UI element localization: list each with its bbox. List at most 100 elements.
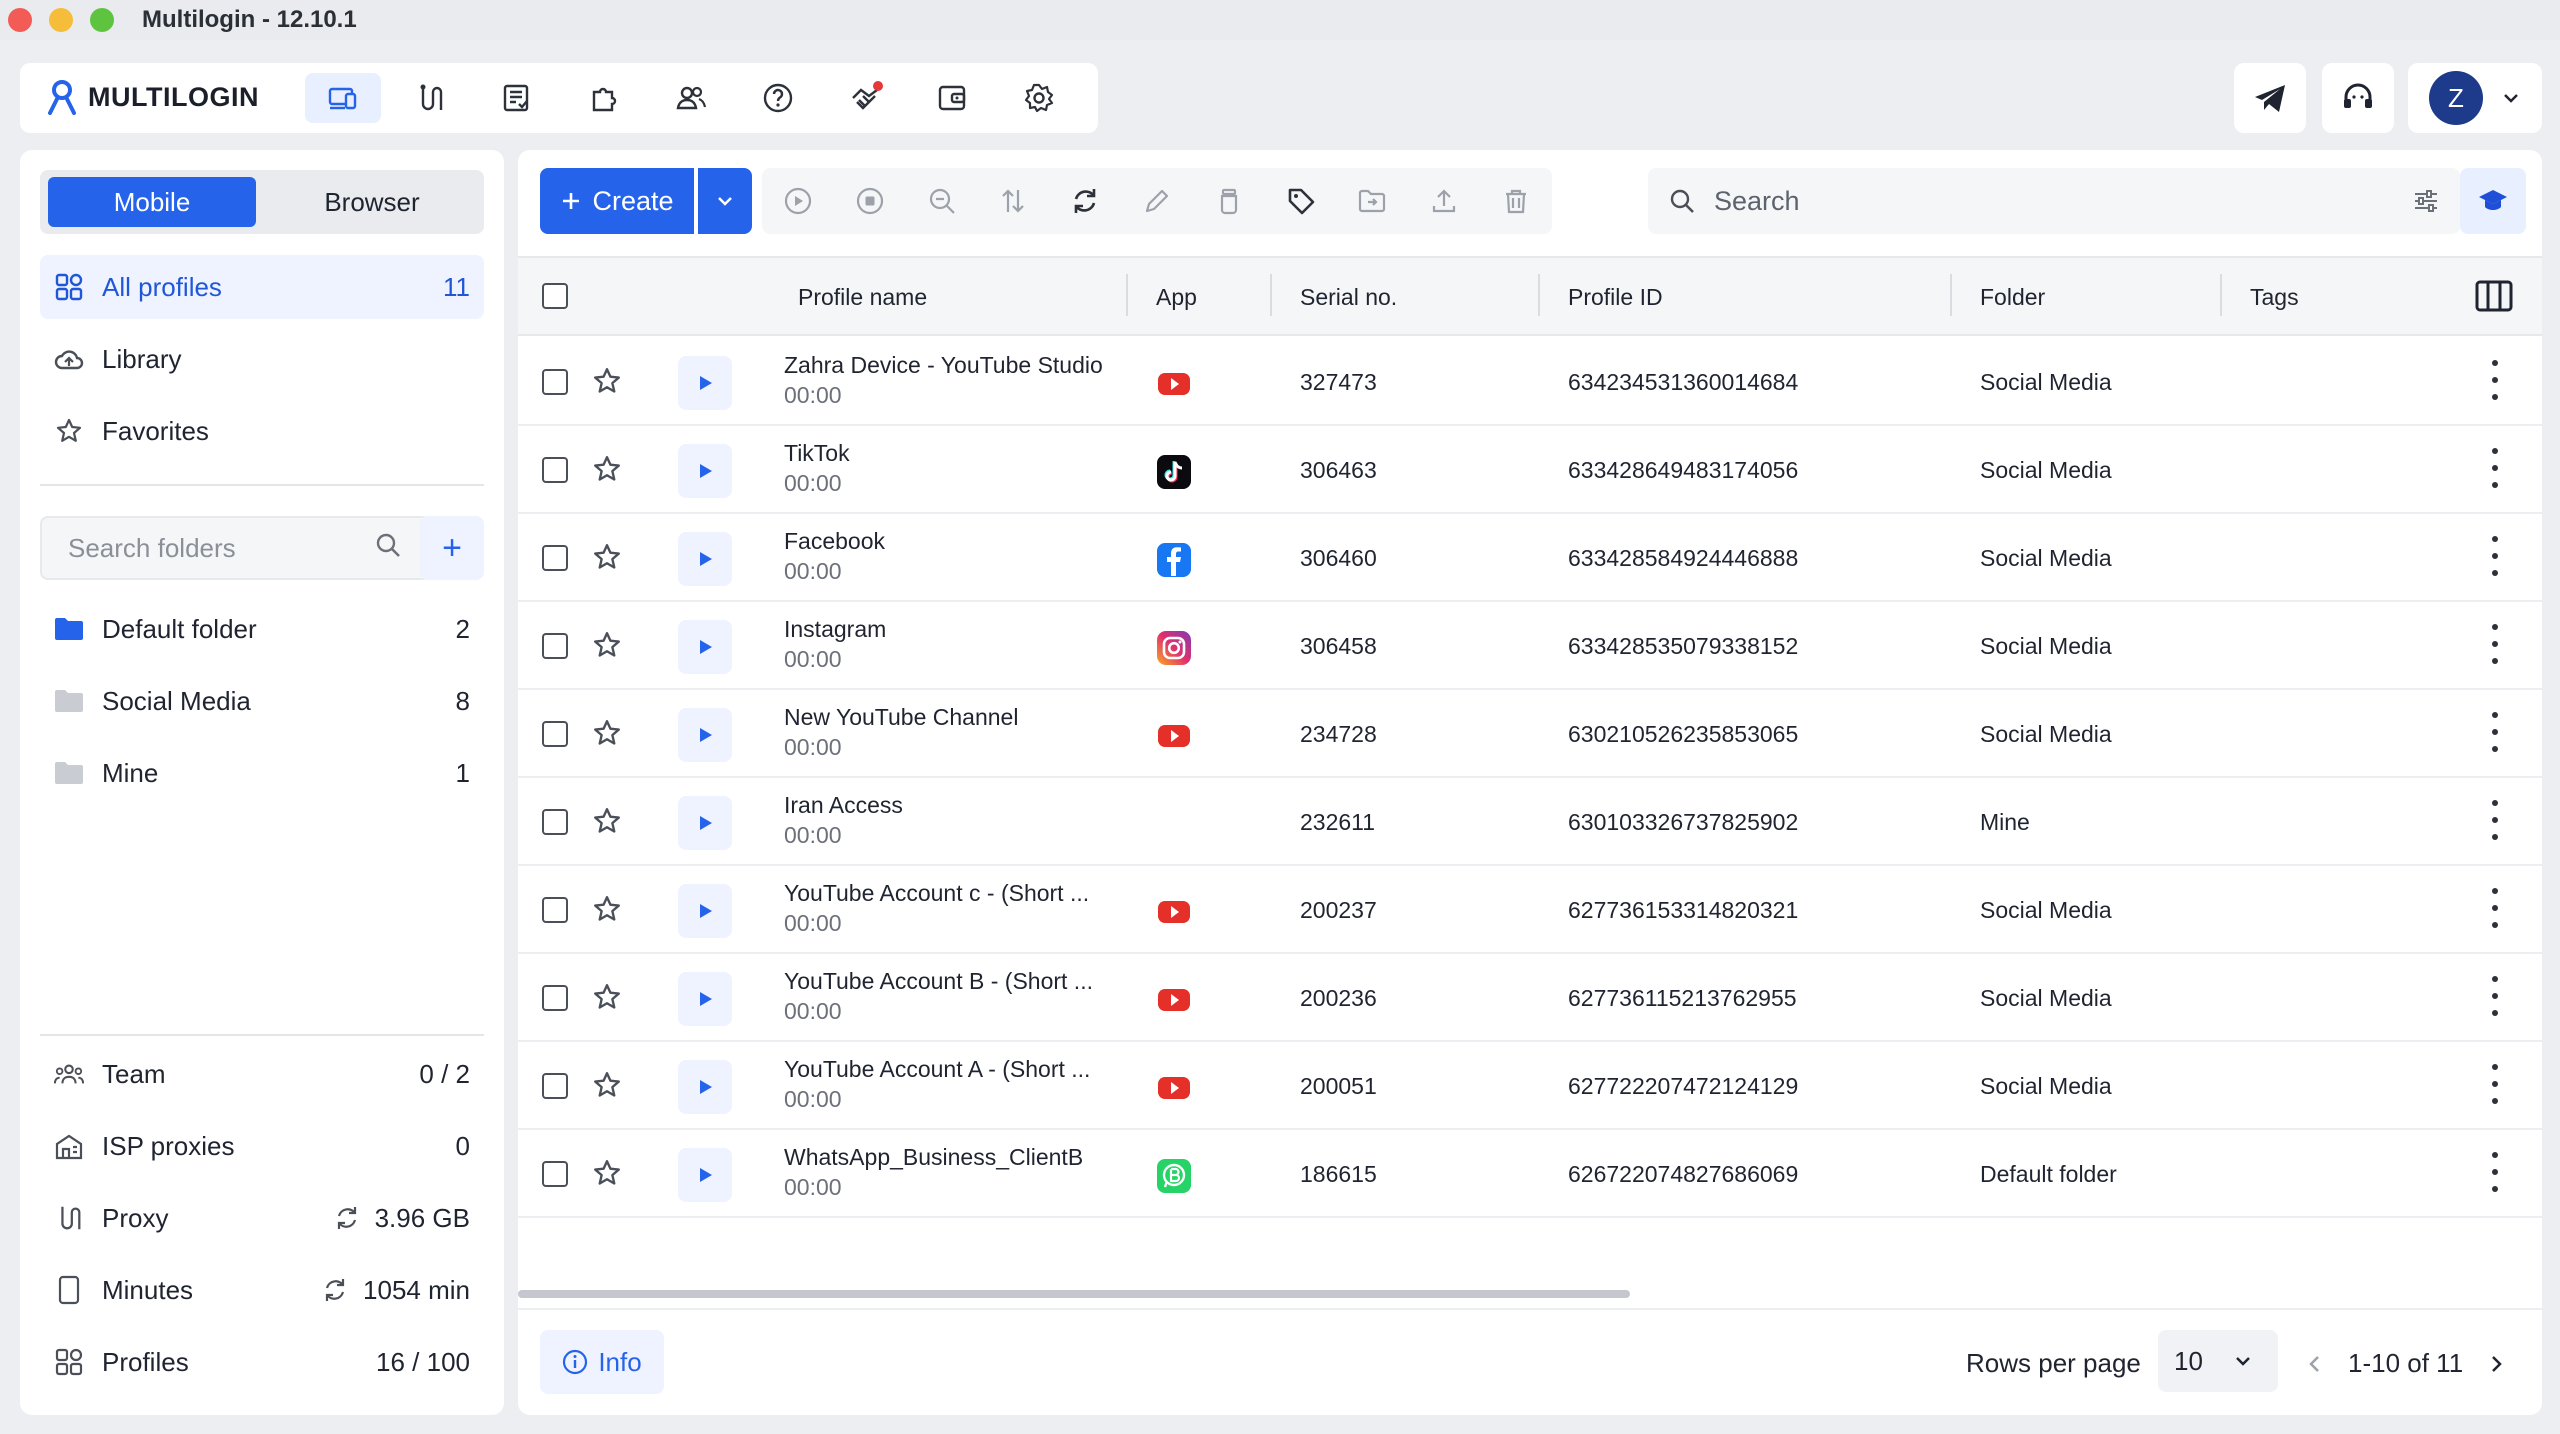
stat-isp-proxies[interactable]: ISP proxies 0: [40, 1114, 484, 1178]
nav-scripts[interactable]: [479, 73, 555, 123]
info-button[interactable]: Info: [540, 1330, 664, 1394]
inspect-button[interactable]: [906, 168, 978, 234]
profile-name[interactable]: TikTok: [784, 440, 850, 467]
favorite-star-icon[interactable]: [592, 454, 622, 484]
nav-help[interactable]: [740, 73, 816, 123]
next-page-icon[interactable]: [2485, 1353, 2507, 1375]
tags-button[interactable]: [1265, 168, 1337, 234]
profile-name[interactable]: New YouTube Channel: [784, 704, 1018, 731]
more-options-icon[interactable]: [2490, 624, 2500, 664]
profile-name[interactable]: Instagram: [784, 616, 886, 643]
more-options-icon[interactable]: [2490, 976, 2500, 1016]
row-checkbox[interactable]: [542, 1073, 568, 1099]
create-dropdown-button[interactable]: [698, 168, 752, 234]
row-checkbox[interactable]: [542, 897, 568, 923]
favorite-star-icon[interactable]: [592, 1070, 622, 1100]
more-options-icon[interactable]: [2490, 800, 2500, 840]
start-button[interactable]: [762, 168, 834, 234]
user-menu[interactable]: Z: [2408, 63, 2542, 133]
more-options-icon[interactable]: [2490, 448, 2500, 488]
stat-proxy[interactable]: Proxy 3.96 GB: [40, 1186, 484, 1250]
nav-settings[interactable]: [1001, 73, 1077, 123]
nav-team[interactable]: [653, 73, 729, 123]
favorite-star-icon[interactable]: [592, 366, 622, 396]
export-button[interactable]: [1408, 168, 1480, 234]
stat-minutes[interactable]: Minutes 1054 min: [40, 1258, 484, 1322]
start-profile-button[interactable]: [678, 1148, 732, 1202]
start-profile-button[interactable]: [678, 356, 732, 410]
table-row[interactable]: YouTube Account A - (Short ... 00:00 20005…: [518, 1042, 2542, 1130]
nav-wallet[interactable]: [914, 73, 990, 123]
stop-button[interactable]: [834, 168, 906, 234]
academy-button[interactable]: [2460, 168, 2526, 234]
support-button[interactable]: [2322, 63, 2394, 133]
maximize-window-button[interactable]: [90, 8, 114, 32]
tab-browser[interactable]: Browser: [268, 177, 476, 227]
more-options-icon[interactable]: [2490, 1064, 2500, 1104]
profile-name[interactable]: YouTube Account c - (Short ...: [784, 880, 1089, 907]
sidebar-item-all-profiles[interactable]: All profiles 11: [40, 255, 484, 319]
table-row[interactable]: TikTok 00:00 306463 633428649483174056 Socia…: [518, 426, 2542, 514]
delete-button[interactable]: [1480, 168, 1552, 234]
move-folder-button[interactable]: [1337, 168, 1409, 234]
horizontal-scrollbar[interactable]: [518, 1290, 1630, 1298]
create-button[interactable]: Create: [540, 168, 694, 234]
stat-team[interactable]: Team 0 / 2: [40, 1042, 484, 1106]
table-row[interactable]: Iran Access 00:00 232611 630103326737825902…: [518, 778, 2542, 866]
column-resizer[interactable]: [1126, 274, 1128, 316]
more-options-icon[interactable]: [2490, 888, 2500, 928]
more-options-icon[interactable]: [2490, 536, 2500, 576]
refresh-icon[interactable]: [333, 1204, 361, 1232]
table-row[interactable]: Facebook 00:00 306460 633428584924446888 Soc…: [518, 514, 2542, 602]
favorite-star-icon[interactable]: [592, 718, 622, 748]
refresh-button[interactable]: [1049, 168, 1121, 234]
column-resizer[interactable]: [1270, 274, 1272, 316]
profile-name[interactable]: Iran Access: [784, 792, 903, 819]
col-tags[interactable]: Tags: [2250, 284, 2299, 311]
start-profile-button[interactable]: [678, 884, 732, 938]
row-checkbox[interactable]: [542, 545, 568, 571]
filter-sliders-icon[interactable]: [2412, 187, 2440, 215]
start-profile-button[interactable]: [678, 532, 732, 586]
cookies-button[interactable]: [1193, 168, 1265, 234]
rows-per-page-select[interactable]: 10: [2158, 1330, 2278, 1392]
start-profile-button[interactable]: [678, 708, 732, 762]
sidebar-item-library[interactable]: Library: [40, 327, 484, 391]
nav-proxy[interactable]: [392, 73, 468, 123]
more-options-icon[interactable]: [2490, 360, 2500, 400]
stat-profiles[interactable]: Profiles 16 / 100: [40, 1330, 484, 1394]
profile-name[interactable]: Facebook: [784, 528, 885, 555]
telegram-button[interactable]: [2234, 63, 2306, 133]
more-options-icon[interactable]: [2490, 1152, 2500, 1192]
tab-mobile[interactable]: Mobile: [48, 177, 256, 227]
sidebar-item-favorites[interactable]: Favorites: [40, 399, 484, 463]
row-checkbox[interactable]: [542, 369, 568, 395]
edit-button[interactable]: [1121, 168, 1193, 234]
app-logo[interactable]: MULTILOGIN: [44, 79, 259, 115]
minimize-window-button[interactable]: [49, 8, 73, 32]
folder-item-social-media[interactable]: Social Media 8: [40, 669, 484, 733]
sort-button[interactable]: [977, 168, 1049, 234]
nav-profiles[interactable]: [305, 73, 381, 123]
col-serial[interactable]: Serial no.: [1300, 284, 1397, 311]
favorite-star-icon[interactable]: [592, 1158, 622, 1188]
prev-page-icon[interactable]: [2304, 1353, 2326, 1375]
favorite-star-icon[interactable]: [592, 894, 622, 924]
folder-item-mine[interactable]: Mine 1: [40, 741, 484, 805]
select-all-checkbox[interactable]: [542, 283, 568, 309]
nav-affiliate[interactable]: [827, 73, 903, 123]
start-profile-button[interactable]: [678, 796, 732, 850]
favorite-star-icon[interactable]: [592, 542, 622, 572]
table-row[interactable]: YouTube Account B - (Short ... 00:00 20023…: [518, 954, 2542, 1042]
profile-search-input[interactable]: Search: [1648, 168, 2460, 234]
col-app[interactable]: App: [1156, 284, 1197, 311]
table-row[interactable]: New YouTube Channel 00:00 234728 6302105262…: [518, 690, 2542, 778]
profile-name[interactable]: YouTube Account B - (Short ...: [784, 968, 1093, 995]
col-profile-id[interactable]: Profile ID: [1568, 284, 1663, 311]
table-row[interactable]: WhatsApp_Business_ClientB 00:00 186615 6267…: [518, 1130, 2542, 1218]
table-row[interactable]: YouTube Account c - (Short ... 00:00 20023…: [518, 866, 2542, 954]
column-resizer[interactable]: [1538, 274, 1540, 316]
row-checkbox[interactable]: [542, 721, 568, 747]
favorite-star-icon[interactable]: [592, 806, 622, 836]
close-window-button[interactable]: [8, 8, 32, 32]
